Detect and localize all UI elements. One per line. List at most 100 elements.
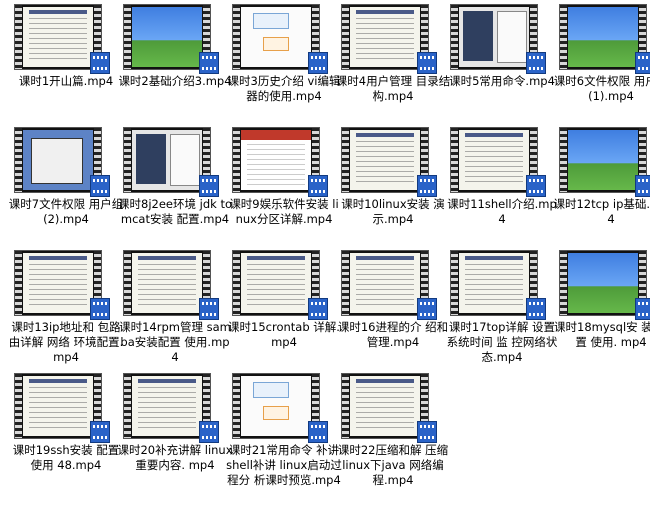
file-name-label: 课时9娱乐软件安装 linux分区详解.mp4 bbox=[229, 197, 339, 226]
thumbnail-frame bbox=[459, 130, 529, 190]
file-grid: 课时1开山篇.mp4 课时2基础介绍3.mp4 课时3历史介绍 vi编辑器的使用.m… bbox=[0, 0, 650, 512]
film-perforation bbox=[560, 128, 567, 192]
video-thumbnail bbox=[559, 4, 647, 70]
file-item[interactable]: 课时15crontab 详解.mp4 bbox=[228, 250, 340, 376]
video-thumbnail bbox=[123, 373, 211, 439]
file-name-label: 课时3历史介绍 vi编辑器的使用.mp4 bbox=[227, 74, 341, 103]
file-item[interactable]: 课时5常用命令.mp4 bbox=[448, 4, 556, 130]
thumbnail-frame bbox=[241, 130, 311, 190]
video-thumbnail bbox=[123, 4, 211, 70]
video-file-icon bbox=[308, 421, 328, 443]
video-file-icon bbox=[417, 298, 437, 320]
file-name-label: 课时10linux安装 演示.mp4 bbox=[341, 197, 445, 226]
thumbnail-frame bbox=[568, 253, 638, 313]
file-item[interactable]: 课时20补充讲解 linux重要内容. mp4 bbox=[117, 373, 233, 499]
film-perforation bbox=[124, 374, 131, 438]
file-item[interactable]: 课时21常用命令 补讲 shell补讲 linux启动过程分 析课时预览.mp4 bbox=[226, 373, 342, 499]
video-file-icon bbox=[417, 175, 437, 197]
video-thumbnail bbox=[232, 373, 320, 439]
file-item[interactable]: 课时17top详解 设置系统时间 监 控网络状态.mp4 bbox=[447, 250, 557, 376]
file-item[interactable]: 课时14rpm管理 samba安装配置 使用.mp4 bbox=[119, 250, 231, 376]
video-file-icon bbox=[417, 52, 437, 74]
video-thumbnail bbox=[232, 127, 320, 193]
file-name-label: 课时6文件权限 用户组(1).mp4 bbox=[553, 74, 650, 103]
video-thumbnail bbox=[341, 250, 429, 316]
film-perforation bbox=[342, 374, 349, 438]
file-item[interactable]: 课时9娱乐软件安装 linux分区详解.mp4 bbox=[229, 127, 339, 253]
video-file-icon bbox=[90, 52, 110, 74]
file-name-label: 课时8j2ee环境 jdk tomcat安装 配置.mp4 bbox=[118, 197, 232, 226]
video-file-icon bbox=[90, 175, 110, 197]
thumbnail-frame bbox=[241, 376, 311, 436]
video-file-icon bbox=[199, 175, 219, 197]
film-perforation bbox=[233, 128, 240, 192]
video-file-icon bbox=[526, 52, 546, 74]
file-item[interactable]: 课时6文件权限 用户组(1).mp4 bbox=[554, 4, 650, 130]
thumbnail-frame bbox=[241, 253, 311, 313]
file-item[interactable]: 课时2基础介绍3.mp4 bbox=[118, 4, 232, 130]
video-file-icon bbox=[199, 298, 219, 320]
thumbnail-frame bbox=[459, 7, 529, 67]
file-name-label: 课时21常用命令 补讲 shell补讲 linux启动过程分 析课时预览.mp4 bbox=[226, 443, 342, 487]
video-thumbnail bbox=[123, 127, 211, 193]
thumbnail-frame bbox=[132, 376, 202, 436]
video-file-icon bbox=[199, 421, 219, 443]
film-perforation bbox=[560, 251, 567, 315]
film-perforation bbox=[560, 5, 567, 69]
video-thumbnail bbox=[341, 4, 429, 70]
file-name-label: 课时16进程的介 绍和管理.mp4 bbox=[337, 320, 449, 349]
file-item[interactable]: 课时16进程的介 绍和管理.mp4 bbox=[338, 250, 448, 376]
video-thumbnail bbox=[341, 127, 429, 193]
video-thumbnail bbox=[14, 4, 102, 70]
file-item[interactable]: 课时10linux安装 演示.mp4 bbox=[339, 127, 447, 253]
video-file-icon bbox=[90, 421, 110, 443]
video-thumbnail bbox=[559, 127, 647, 193]
file-item[interactable]: 课时12tcp ip基础.mp4 bbox=[553, 127, 650, 253]
file-item[interactable]: 课时7文件权限 用户组(2).mp4 bbox=[9, 127, 123, 253]
file-item[interactable]: 课时1开山篇.mp4 bbox=[12, 4, 120, 130]
thumbnail-frame bbox=[23, 130, 93, 190]
thumbnail-frame bbox=[459, 253, 529, 313]
film-perforation bbox=[15, 5, 22, 69]
thumbnail-frame bbox=[568, 130, 638, 190]
video-thumbnail bbox=[232, 250, 320, 316]
thumbnail-frame bbox=[23, 253, 93, 313]
video-thumbnail bbox=[341, 373, 429, 439]
thumbnail-frame bbox=[241, 7, 311, 67]
film-perforation bbox=[233, 374, 240, 438]
file-item[interactable]: 课时13ip地址和 包路由详解 网络 环境配置.mp4 bbox=[9, 250, 123, 376]
film-perforation bbox=[233, 251, 240, 315]
file-item[interactable]: 课时3历史介绍 vi编辑器的使用.mp4 bbox=[228, 4, 340, 130]
file-item[interactable]: 课时19ssh安装 配置 使用 48.mp4 bbox=[12, 373, 120, 499]
film-perforation bbox=[342, 128, 349, 192]
film-perforation bbox=[342, 251, 349, 315]
film-perforation bbox=[15, 374, 22, 438]
video-file-icon bbox=[635, 175, 650, 197]
video-thumbnail bbox=[232, 4, 320, 70]
thumbnail-frame bbox=[350, 253, 420, 313]
file-name-label: 课时1开山篇.mp4 bbox=[18, 74, 114, 88]
file-item[interactable]: 课时11shell介绍.mp4 bbox=[447, 127, 557, 253]
file-name-label: 课时22压缩和解 压缩 linux下java 网络编程.mp4 bbox=[337, 443, 449, 487]
file-item[interactable]: 课时4用户管理 目录结构.mp4 bbox=[336, 4, 450, 130]
thumbnail-frame bbox=[132, 130, 202, 190]
thumbnail-frame bbox=[568, 7, 638, 67]
file-item[interactable]: 课时22压缩和解 压缩 linux下java 网络编程.mp4 bbox=[338, 373, 448, 499]
video-thumbnail bbox=[450, 4, 538, 70]
file-name-label: 课时2基础介绍3.mp4 bbox=[118, 74, 232, 88]
file-item[interactable]: 课时8j2ee环境 jdk tomcat安装 配置.mp4 bbox=[118, 127, 232, 253]
video-thumbnail bbox=[559, 250, 647, 316]
thumbnail-frame bbox=[350, 376, 420, 436]
thumbnail-frame bbox=[350, 7, 420, 67]
file-name-label: 课时19ssh安装 配置 使用 48.mp4 bbox=[12, 443, 120, 472]
video-file-icon bbox=[90, 298, 110, 320]
video-file-icon bbox=[635, 298, 650, 320]
thumbnail-frame bbox=[132, 7, 202, 67]
film-perforation bbox=[124, 5, 131, 69]
video-file-icon bbox=[635, 52, 650, 74]
video-file-icon bbox=[526, 175, 546, 197]
thumbnail-frame bbox=[132, 253, 202, 313]
file-item[interactable]: 课时18mysql安 装 配置 使用. mp4 bbox=[554, 250, 650, 376]
file-name-label: 课时13ip地址和 包路由详解 网络 环境配置.mp4 bbox=[8, 320, 124, 364]
video-thumbnail bbox=[14, 373, 102, 439]
